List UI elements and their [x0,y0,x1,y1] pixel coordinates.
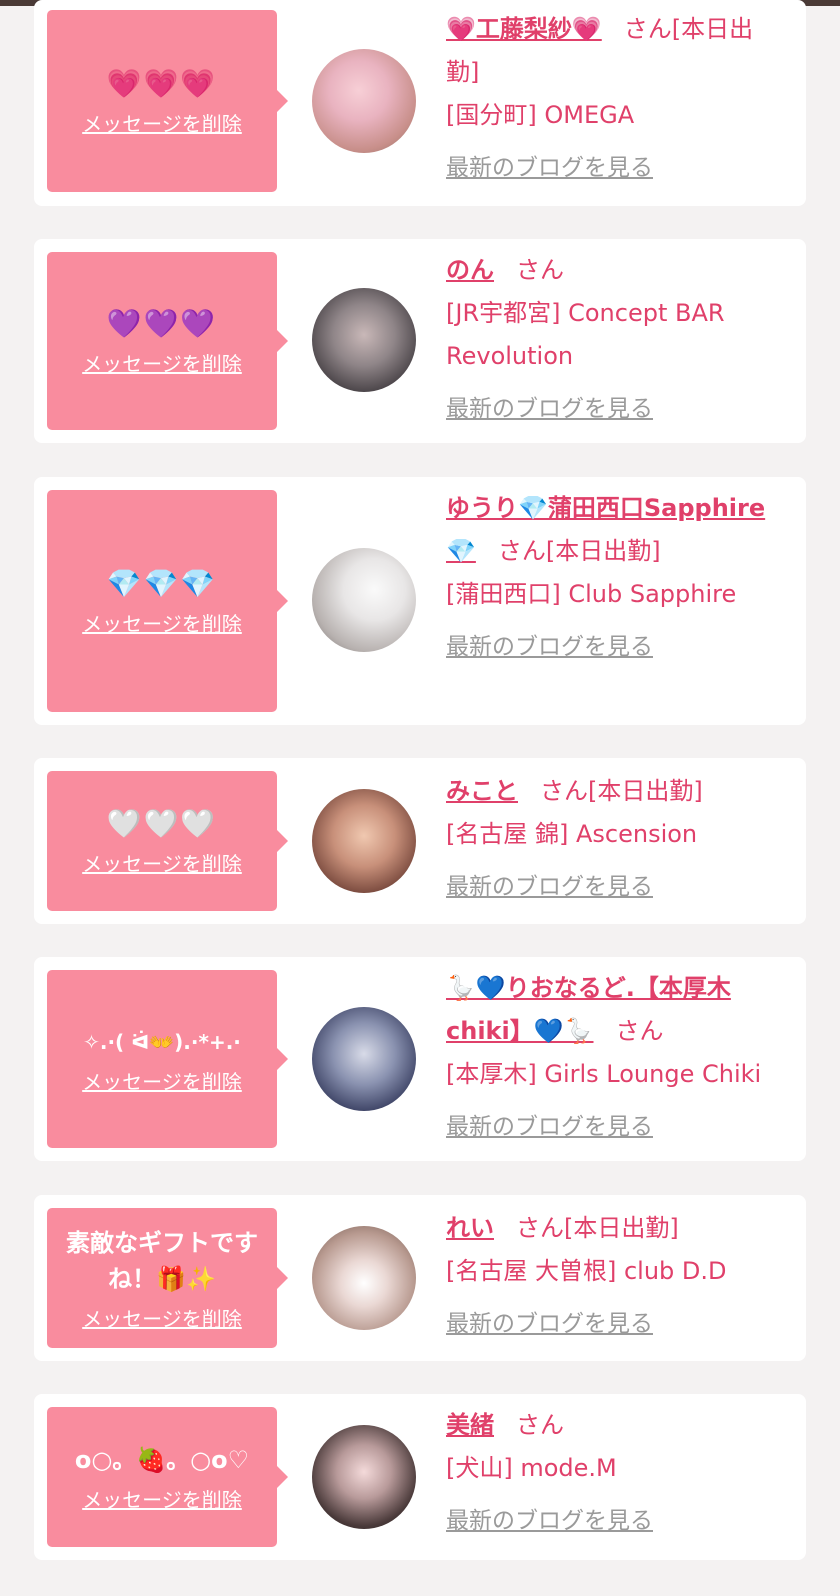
latest-blog-link[interactable]: 最新のブログを見る [446,866,653,909]
latest-blog-link[interactable]: 最新のブログを見る [446,626,653,669]
cast-info: みこと さん[本日出勤] [名古屋 錦] Ascension 最新のブログを見る [446,770,786,909]
delete-message-link[interactable]: メッセージを削除 [82,608,242,637]
attendance-status: [本日出勤] [588,777,703,805]
delete-message-link[interactable]: メッセージを削除 [82,108,242,137]
shop-name: [犬山] mode.M [446,1454,617,1482]
gift-card: o○。🍓。○o♡ メッセージを削除 美緒 さん [犬山] mode.M 最新のブロ… [34,1394,806,1560]
cast-info: 美緒 さん [犬山] mode.M 最新のブログを見る [446,1404,786,1543]
gift-message: 💗💗💗 [106,66,218,100]
message-bubble: 🤍🤍🤍 メッセージを削除 [47,771,288,911]
cast-name-link[interactable]: れい [446,1214,494,1242]
honorific: さん [623,15,672,43]
gift-message: o○。🍓。○o♡ [74,1445,250,1474]
avatar[interactable] [312,1425,416,1529]
message-bubble: 💎💎💎 メッセージを削除 [47,490,288,712]
message-bubble: ✧.·( ᐛ👐).·*+.· メッセージを削除 [47,970,288,1148]
delete-message-link[interactable]: メッセージを削除 [82,1303,242,1332]
avatar[interactable] [312,1226,416,1330]
gift-card: 素敵なギフトですね！🎁✨ メッセージを削除 れい さん[本日出勤] [名古屋 大曽… [34,1195,806,1361]
latest-blog-link[interactable]: 最新のブログを見る [446,388,653,431]
gift-card: 💗💗💗 メッセージを削除 💗工藤梨紗💗 さん[本日出勤] [国分町] OMEGA … [34,0,806,206]
latest-blog-link[interactable]: 最新のブログを見る [446,1500,653,1543]
shop-name: [国分町] OMEGA [446,101,635,129]
gift-message: 💜💜💜 [106,306,218,340]
gift-card: 💎💎💎 メッセージを削除 ゆうり💎蒲田西口Sapphire💎 さん[本日出勤] [… [34,477,806,725]
cast-info: ゆうり💎蒲田西口Sapphire💎 さん[本日出勤] [蒲田西口] Club Sa… [446,487,786,669]
gift-message: 💎💎💎 [106,566,218,600]
message-bubble: 💜💜💜 メッセージを削除 [47,252,288,430]
cast-name-link[interactable]: のん [446,256,494,284]
delete-message-link[interactable]: メッセージを削除 [82,1066,242,1095]
shop-name: [蒲田西口] Club Sapphire [446,580,737,608]
avatar[interactable] [312,49,416,153]
gift-card: 💜💜💜 メッセージを削除 のん さん [JR宇都宮] Concept BAR Re… [34,239,806,443]
shop-name: [名古屋 錦] Ascension [446,820,698,848]
message-bubble: o○。🍓。○o♡ メッセージを削除 [47,1407,288,1547]
avatar[interactable] [312,548,416,652]
honorific: さん [540,777,588,805]
cast-name-link[interactable]: みこと [446,777,518,805]
honorific: さん [615,1017,664,1045]
delete-message-link[interactable]: メッセージを削除 [82,348,242,377]
gift-card: ✧.·( ᐛ👐).·*+.· メッセージを削除 🪿💙りおなるど.【本厚木chik… [34,957,806,1161]
message-bubble: 素敵なギフトですね！🎁✨ メッセージを削除 [47,1208,288,1348]
delete-message-link[interactable]: メッセージを削除 [82,1484,242,1513]
honorific: さん [497,537,546,565]
avatar[interactable] [312,1007,416,1111]
message-bubble: 💗💗💗 メッセージを削除 [47,10,288,192]
avatar[interactable] [312,789,416,893]
shop-name: [本厚木] Girls Lounge Chiki [446,1060,762,1088]
cast-name-link[interactable]: 美緒 [446,1411,494,1439]
cast-info: 🪿💙りおなるど.【本厚木chiki】💙🪿 さん [本厚木] Girls Loung… [446,967,796,1149]
cast-name-link[interactable]: 🪿💙りおなるど.【本厚木chiki】💙🪿 [446,974,731,1045]
attendance-status: [本日出勤] [545,537,661,565]
delete-message-link[interactable]: メッセージを削除 [82,848,242,877]
honorific: さん [516,256,564,284]
cast-info: 💗工藤梨紗💗 さん[本日出勤] [国分町] OMEGA 最新のブログを見る [446,8,786,190]
avatar[interactable] [312,288,416,392]
gift-card: 🤍🤍🤍 メッセージを削除 みこと さん[本日出勤] [名古屋 錦] Ascensi… [34,758,806,924]
cast-info: のん さん [JR宇都宮] Concept BAR Revolution 最新のブ… [446,249,786,431]
cast-name-link[interactable]: 💗工藤梨紗💗 [446,15,602,43]
cast-info: れい さん[本日出勤] [名古屋 大曽根] club D.D 最新のブログを見る [446,1207,786,1346]
gift-message: 🤍🤍🤍 [106,806,218,840]
latest-blog-link[interactable]: 最新のブログを見る [446,1106,653,1149]
honorific: さん [516,1411,564,1439]
honorific: さん [516,1214,564,1242]
shop-name: [名古屋 大曽根] club D.D [446,1257,727,1285]
shop-name: [JR宇都宮] Concept BAR Revolution [446,299,725,370]
latest-blog-link[interactable]: 最新のブログを見る [446,1303,653,1346]
gift-message: 素敵なギフトですね！🎁✨ [66,1228,258,1293]
gift-message: ✧.·( ᐛ👐).·*+.· [83,1029,241,1054]
latest-blog-link[interactable]: 最新のブログを見る [446,147,653,190]
attendance-status: [本日出勤] [564,1214,679,1242]
